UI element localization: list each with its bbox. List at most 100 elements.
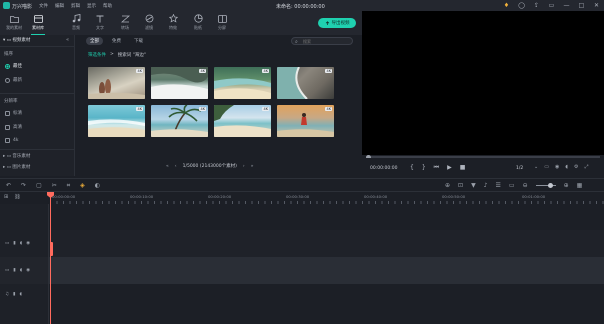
- tab-library[interactable]: 素材库: [26, 13, 50, 35]
- screen-icon[interactable]: ▭: [509, 182, 515, 189]
- tab-free[interactable]: 免费: [108, 37, 125, 45]
- menu-edit[interactable]: 编辑: [55, 3, 64, 9]
- snap-icon[interactable]: ⊡: [458, 182, 463, 189]
- last-page-icon[interactable]: »: [251, 164, 254, 169]
- window-controls: ♦ ◯ ⇪ ▭ — □ ✕: [503, 2, 600, 9]
- delete-icon[interactable]: ▢: [36, 182, 42, 190]
- filter-link[interactable]: 筛选条件: [88, 52, 106, 58]
- tab-download[interactable]: 下载: [130, 37, 147, 45]
- media-thumbnail[interactable]: 4K: [277, 67, 334, 99]
- mark-in-icon[interactable]: {: [410, 164, 414, 172]
- resolution-badge: 4K: [199, 107, 206, 111]
- media-thumbnail[interactable]: 4K: [277, 105, 334, 137]
- media-thumbnail[interactable]: 4K: [214, 105, 271, 137]
- sidebar-header[interactable]: ▾ ▭ 视频素材: [3, 37, 30, 43]
- undo-icon[interactable]: ↶: [6, 182, 11, 190]
- link-icon[interactable]: ⛓: [14, 194, 20, 200]
- mute-icon[interactable]: ◖: [20, 268, 22, 273]
- menu-clip[interactable]: 剪辑: [71, 3, 80, 9]
- tab-filter[interactable]: 滤镜: [137, 13, 161, 31]
- export-button[interactable]: 导出视频: [318, 18, 356, 28]
- search-input[interactable]: [303, 39, 351, 44]
- checkbox-icon: [5, 138, 10, 143]
- tab-splitscreen[interactable]: 分屏: [210, 13, 234, 31]
- lock-icon[interactable]: ▮: [13, 268, 15, 273]
- folder-music[interactable]: ▸ ▭ 音乐素材: [3, 153, 30, 159]
- collapse-icon[interactable]: «: [66, 37, 69, 43]
- render-icon[interactable]: ⊕: [445, 182, 450, 189]
- redo-icon[interactable]: ↷: [21, 182, 26, 190]
- folder-images[interactable]: ▸ ▭ 图片素材: [3, 164, 30, 170]
- maximize-icon[interactable]: □: [578, 2, 585, 9]
- media-thumbnail[interactable]: 4K: [88, 105, 145, 137]
- mic-icon[interactable]: ♪: [484, 182, 488, 189]
- premium-icon[interactable]: ♦: [503, 2, 510, 9]
- account-icon[interactable]: ◯: [518, 2, 525, 9]
- next-page-icon[interactable]: ›: [243, 164, 245, 169]
- tab-effects[interactable]: 特效: [161, 13, 185, 31]
- chevron-down-icon[interactable]: ⌄: [534, 164, 538, 170]
- close-icon[interactable]: ✕: [593, 2, 600, 9]
- tab-audio[interactable]: 音频: [64, 13, 88, 31]
- speed-icon[interactable]: ◐: [95, 182, 100, 190]
- checkbox-icon: [5, 124, 10, 130]
- resolution-4k[interactable]: 4k: [5, 138, 18, 143]
- play-icon[interactable]: ▶: [447, 164, 452, 172]
- tab-sticker[interactable]: 贴纸: [186, 13, 210, 31]
- eye-icon[interactable]: ◉: [26, 268, 30, 273]
- add-track-icon[interactable]: ⊞: [4, 194, 8, 200]
- resolution-sd[interactable]: 标清: [5, 110, 22, 116]
- minimize-icon[interactable]: —: [563, 2, 570, 9]
- timeline-ruler[interactable]: ⊞ ⛓ 00:00:00:00 00:00:10:00 00:00:20:00 …: [0, 192, 604, 204]
- tab-all[interactable]: 全部: [86, 37, 103, 45]
- prev-frame-icon[interactable]: ⏮: [434, 164, 439, 172]
- monitor-icon[interactable]: ▭: [544, 164, 549, 170]
- settings-icon[interactable]: ⚙: [574, 164, 578, 170]
- video-track-1[interactable]: ▭ ▮ ◖ ◉: [0, 257, 604, 284]
- mixer-icon[interactable]: ☰: [496, 182, 501, 189]
- lock-icon[interactable]: ▮: [13, 241, 15, 246]
- prev-page-icon[interactable]: ‹: [175, 164, 177, 169]
- media-thumbnail[interactable]: 4K: [151, 67, 208, 99]
- layout-icon[interactable]: ▦: [577, 182, 583, 189]
- menu-help[interactable]: 帮助: [103, 3, 112, 9]
- zoom-out-icon[interactable]: ⊖: [523, 182, 528, 189]
- marker-icon[interactable]: ▼: [471, 182, 476, 189]
- preview-ratio[interactable]: 1/2: [516, 166, 523, 171]
- volume-icon[interactable]: ◖: [565, 164, 568, 170]
- menu-file[interactable]: 文件: [39, 3, 48, 9]
- tab-transition[interactable]: 转场: [113, 13, 137, 31]
- split-icon[interactable]: ✂: [52, 182, 57, 190]
- sort-option-best[interactable]: 最佳: [5, 63, 22, 69]
- media-thumbnail[interactable]: 4K: [88, 67, 145, 99]
- eye-icon[interactable]: ◉: [26, 241, 30, 246]
- tab-text[interactable]: 文字: [88, 13, 112, 31]
- mark-out-icon[interactable]: }: [422, 164, 426, 172]
- lock-icon[interactable]: ▮: [13, 292, 15, 297]
- search-box[interactable]: ⌕: [291, 37, 353, 45]
- tab-my-media[interactable]: 我的素材: [2, 13, 26, 31]
- crop-icon[interactable]: ⌗: [67, 182, 70, 190]
- sort-option-newest[interactable]: 最新: [5, 77, 22, 83]
- media-thumbnail[interactable]: 4K: [214, 67, 271, 99]
- fullscreen-icon[interactable]: ⤢: [584, 164, 588, 170]
- mute-icon[interactable]: ◖: [20, 241, 22, 246]
- mute-icon[interactable]: ◖: [20, 292, 22, 297]
- audio-track-1[interactable]: ♫ ▮ ◖: [0, 284, 604, 324]
- color-icon[interactable]: ◈: [80, 182, 85, 190]
- video-track-2[interactable]: ▭ ▮ ◖ ◉: [0, 230, 604, 257]
- resolution-hd[interactable]: 高清: [5, 124, 22, 130]
- snapshot-icon[interactable]: ◉: [555, 164, 559, 170]
- menu-view[interactable]: 显示: [87, 3, 96, 9]
- zoom-knob[interactable]: [547, 183, 553, 188]
- first-page-icon[interactable]: «: [166, 164, 169, 169]
- preview-tools: ⌄ ▭ ◉ ◖ ⚙ ⤢: [534, 164, 588, 170]
- zoom-slider[interactable]: [535, 183, 556, 188]
- playhead[interactable]: [50, 192, 51, 324]
- stop-icon[interactable]: ■: [460, 164, 466, 172]
- message-icon[interactable]: ▭: [548, 2, 555, 9]
- media-thumbnail[interactable]: 4K: [151, 105, 208, 137]
- zoom-in-icon[interactable]: ⊕: [564, 182, 569, 189]
- video-preview[interactable]: [362, 11, 604, 155]
- upload-icon[interactable]: ⇪: [533, 2, 540, 9]
